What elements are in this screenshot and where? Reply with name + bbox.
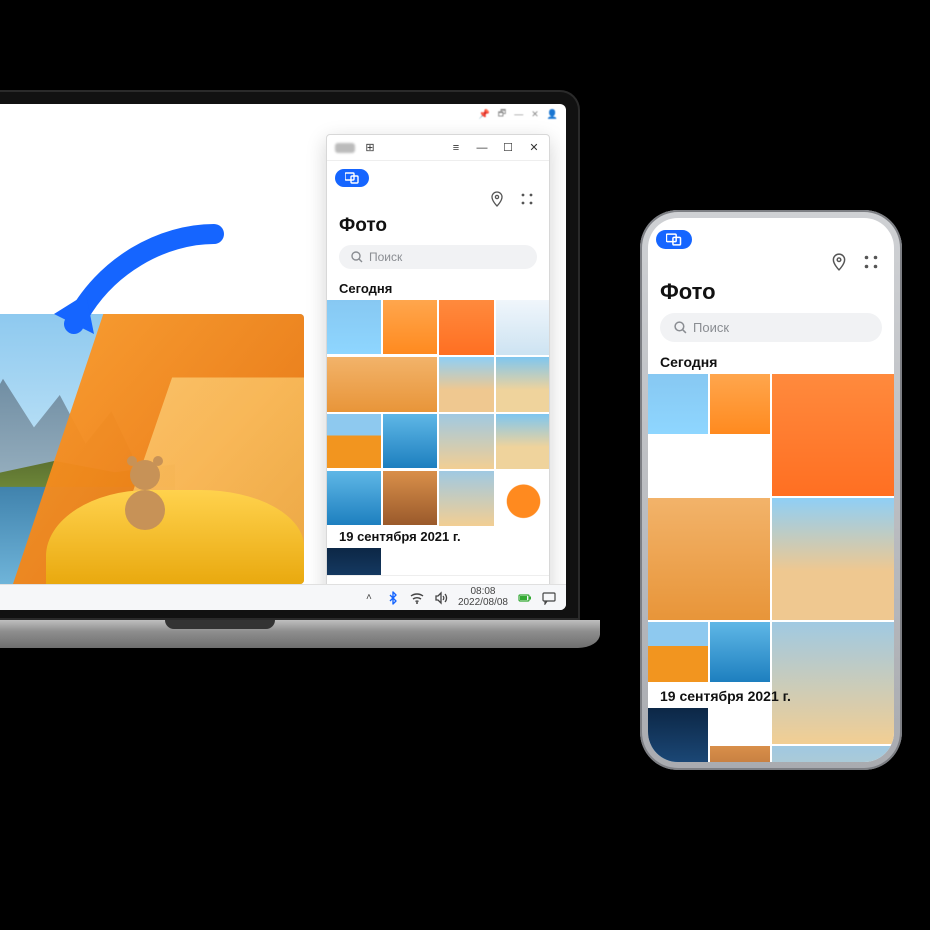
map-pin-icon[interactable] xyxy=(830,253,848,271)
photo-thumb[interactable] xyxy=(496,414,549,469)
app-window-titlebar: 📌 🗗 — ✕ 👤 xyxy=(0,104,566,124)
photo-thumb[interactable] xyxy=(710,374,770,434)
mirror-window-titlebar: ⊞ ≡ — ☐ ✕ xyxy=(327,135,549,161)
more-grid-icon[interactable] xyxy=(862,253,880,271)
laptop-base xyxy=(0,620,600,648)
laptop-device: 📌 🗗 — ✕ 👤 xyxy=(0,90,580,660)
photo-thumb[interactable] xyxy=(496,357,549,412)
photo-thumb[interactable] xyxy=(327,414,381,468)
sound-icon[interactable] xyxy=(434,591,448,605)
multiscreen-pill[interactable] xyxy=(656,230,692,249)
menu-icon[interactable]: ≡ xyxy=(449,141,463,155)
page-title: Фото xyxy=(648,275,894,313)
maximize-icon[interactable]: ☐ xyxy=(501,141,515,155)
photo-thumb[interactable] xyxy=(327,300,381,354)
photo-thumb[interactable] xyxy=(383,414,437,468)
photo-grid-date xyxy=(648,708,894,762)
photo-thumb[interactable] xyxy=(772,374,894,496)
section-label-date: 19 сентября 2021 г. xyxy=(327,527,549,548)
user-icon[interactable]: 👤 xyxy=(547,109,558,120)
section-label-today: Сегодня xyxy=(648,352,894,374)
grid-icon[interactable]: ⊞ xyxy=(363,141,377,155)
taskbar-time: 08:08 xyxy=(458,587,508,598)
search-icon xyxy=(351,251,363,263)
search-placeholder: Поиск xyxy=(693,320,729,335)
section-label-today: Сегодня xyxy=(327,279,549,300)
taskbar-clock[interactable]: 08:08 2022/08/08 xyxy=(458,587,508,608)
drag-arrow-icon xyxy=(44,224,224,364)
mirror-window-title xyxy=(335,143,355,153)
photo-thumb[interactable] xyxy=(327,548,381,575)
map-pin-icon[interactable] xyxy=(489,191,505,207)
laptop-bezel: 📌 🗗 — ✕ 👤 xyxy=(0,90,580,620)
search-input[interactable]: Поиск xyxy=(660,313,882,342)
photo-thumb[interactable] xyxy=(772,498,894,620)
photo-thumb[interactable] xyxy=(496,300,549,355)
close-icon[interactable]: ✕ xyxy=(527,141,541,155)
photo-thumb[interactable] xyxy=(327,471,381,525)
search-icon xyxy=(674,321,687,334)
multiscreen-icon xyxy=(345,172,359,184)
more-grid-icon[interactable] xyxy=(519,191,535,207)
multiscreen-icon xyxy=(666,233,682,246)
battery-icon[interactable] xyxy=(518,591,532,605)
page-title: Фото xyxy=(327,211,549,245)
search-placeholder: Поиск xyxy=(369,250,402,264)
tray-chevron-icon[interactable]: ˄ xyxy=(362,591,376,605)
photo-grid-today xyxy=(327,300,549,527)
photo-thumb[interactable] xyxy=(439,471,494,526)
photo-thumb[interactable] xyxy=(383,300,437,354)
photo-grid-today xyxy=(648,374,894,686)
phone-mirror-window[interactable]: ⊞ ≡ — ☐ ✕ xyxy=(326,134,550,604)
minimize-icon[interactable]: — xyxy=(514,109,523,119)
photo-thumb[interactable] xyxy=(439,414,494,469)
photo-thumb[interactable] xyxy=(648,374,708,434)
photo-thumb[interactable] xyxy=(648,708,708,762)
taskbar-date: 2022/08/08 xyxy=(458,598,508,609)
minimize-icon[interactable]: — xyxy=(475,141,489,155)
wifi-icon[interactable] xyxy=(410,591,424,605)
windows-taskbar: ˄ 08:08 2022/08/08 xyxy=(0,584,566,610)
close-icon[interactable]: ✕ xyxy=(531,109,539,120)
phone-device: Фото Поиск Сегодня xyxy=(640,210,902,770)
search-input[interactable]: Поиск xyxy=(339,245,537,269)
photo-thumb[interactable] xyxy=(496,471,549,526)
photo-thumb[interactable] xyxy=(648,622,708,682)
photo-thumb[interactable] xyxy=(439,300,494,355)
pin-icon[interactable]: 📌 xyxy=(479,109,490,120)
multiscreen-pill[interactable] xyxy=(335,169,369,187)
section-label-date: 19 сентября 2021 г. xyxy=(648,686,894,708)
phone-screen: Фото Поиск Сегодня xyxy=(648,218,894,762)
photo-thumb[interactable] xyxy=(383,471,437,525)
photo-thumb[interactable] xyxy=(648,498,770,620)
photo-thumb[interactable] xyxy=(439,357,494,412)
photo-thumb[interactable] xyxy=(327,357,437,412)
gallery-app: Фото Поиск Сегодня xyxy=(648,218,894,762)
bluetooth-icon[interactable] xyxy=(386,591,400,605)
gallery-app: Фото Поиск Сегодня xyxy=(327,161,549,575)
action-center-icon[interactable] xyxy=(542,591,556,605)
photo-grid-date xyxy=(327,548,549,575)
photo-thumb[interactable] xyxy=(710,622,770,682)
restore-icon[interactable]: 🗗 xyxy=(498,106,506,122)
laptop-screen: 📌 🗗 — ✕ 👤 xyxy=(0,104,566,610)
